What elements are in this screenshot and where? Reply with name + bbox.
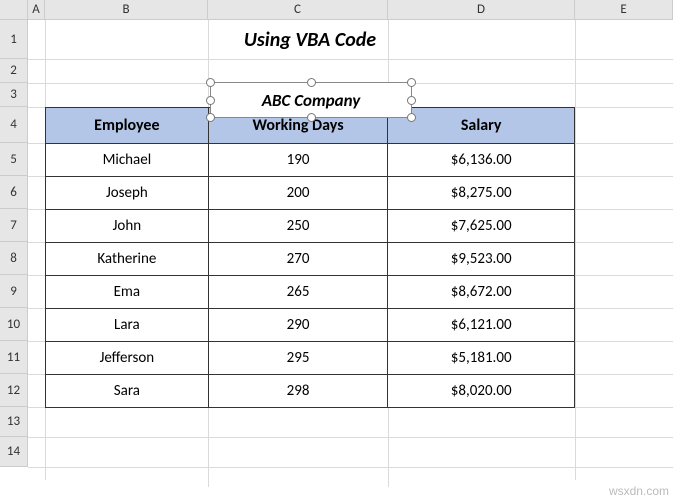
text-box[interactable]: ABC Company <box>210 82 412 118</box>
cell-employee[interactable]: Ema <box>46 276 209 309</box>
row-header-10[interactable]: 10 <box>0 308 28 341</box>
cell-salary[interactable]: $9,523.00 <box>388 243 575 276</box>
column-header-c[interactable]: C <box>208 0 388 20</box>
table-row: John 250 $7,625.00 <box>46 210 575 243</box>
resize-handle-top-middle[interactable] <box>307 78 316 87</box>
row-header-3[interactable]: 3 <box>0 83 28 107</box>
cell-salary[interactable]: $8,672.00 <box>388 276 575 309</box>
watermark: wsxdn.com <box>609 484 669 498</box>
column-header-d[interactable]: D <box>388 0 575 20</box>
select-all-corner[interactable] <box>0 0 28 20</box>
cell-working-days[interactable]: 190 <box>208 144 388 177</box>
row-header-7[interactable]: 7 <box>0 209 28 242</box>
table-row: Jefferson 295 $5,181.00 <box>46 342 575 375</box>
grid: A B C D E <box>28 0 673 467</box>
table-row: Sara 298 $8,020.00 <box>46 375 575 408</box>
cell-employee[interactable]: Katherine <box>46 243 209 276</box>
table-row: Joseph 200 $8,275.00 <box>46 177 575 210</box>
column-header-e[interactable]: E <box>575 0 673 20</box>
resize-handle-bottom-left[interactable] <box>206 113 215 122</box>
row-header-5[interactable]: 5 <box>0 143 28 176</box>
row-headers: 1 2 3 4 5 6 7 8 9 10 11 12 13 14 <box>0 0 28 467</box>
row-header-4[interactable]: 4 <box>0 107 28 143</box>
header-salary[interactable]: Salary <box>388 108 575 144</box>
page-title: Using VBA Code <box>45 20 575 59</box>
cell-working-days[interactable]: 290 <box>208 309 388 342</box>
cell-working-days[interactable]: 295 <box>208 342 388 375</box>
column-header-b[interactable]: B <box>45 0 208 20</box>
resize-handle-top-right[interactable] <box>407 78 416 87</box>
resize-handle-middle-left[interactable] <box>206 96 215 105</box>
header-employee[interactable]: Employee <box>46 108 209 144</box>
row-header-6[interactable]: 6 <box>0 176 28 209</box>
cell-employee[interactable]: Lara <box>46 309 209 342</box>
cell-salary[interactable]: $6,121.00 <box>388 309 575 342</box>
cell-working-days[interactable]: 250 <box>208 210 388 243</box>
row-header-2[interactable]: 2 <box>0 59 28 83</box>
row-header-12[interactable]: 12 <box>0 374 28 407</box>
row-header-11[interactable]: 11 <box>0 341 28 374</box>
table-row: Lara 290 $6,121.00 <box>46 309 575 342</box>
cell-salary[interactable]: $6,136.00 <box>388 144 575 177</box>
row-header-9[interactable]: 9 <box>0 275 28 308</box>
cell-employee[interactable]: Jefferson <box>46 342 209 375</box>
resize-handle-middle-right[interactable] <box>407 96 416 105</box>
table-row: Michael 190 $6,136.00 <box>46 144 575 177</box>
cell-salary[interactable]: $8,020.00 <box>388 375 575 408</box>
cell-working-days[interactable]: 200 <box>208 177 388 210</box>
cell-working-days[interactable]: 265 <box>208 276 388 309</box>
cell-working-days[interactable]: 270 <box>208 243 388 276</box>
spreadsheet: 1 2 3 4 5 6 7 8 9 10 11 12 13 14 A B C D… <box>0 0 673 467</box>
cell-employee[interactable]: Joseph <box>46 177 209 210</box>
table-row: Katherine 270 $9,523.00 <box>46 243 575 276</box>
resize-handle-bottom-right[interactable] <box>407 113 416 122</box>
cell-employee[interactable]: Sara <box>46 375 209 408</box>
resize-handle-bottom-middle[interactable] <box>307 113 316 122</box>
resize-handle-top-left[interactable] <box>206 78 215 87</box>
column-header-a[interactable]: A <box>28 0 45 20</box>
row-header-13[interactable]: 13 <box>0 407 28 437</box>
column-headers: A B C D E <box>28 0 673 20</box>
row-header-8[interactable]: 8 <box>0 242 28 275</box>
cell-employee[interactable]: John <box>46 210 209 243</box>
table-row: Ema 265 $8,672.00 <box>46 276 575 309</box>
cell-salary[interactable]: $7,625.00 <box>388 210 575 243</box>
text-box-content: ABC Company <box>262 90 361 111</box>
cell-salary[interactable]: $8,275.00 <box>388 177 575 210</box>
row-header-1[interactable]: 1 <box>0 20 28 59</box>
cell-working-days[interactable]: 298 <box>208 375 388 408</box>
row-header-14[interactable]: 14 <box>0 437 28 467</box>
data-table: Employee Working Days Salary Michael 190… <box>45 107 575 408</box>
cell-employee[interactable]: Michael <box>46 144 209 177</box>
cell-salary[interactable]: $5,181.00 <box>388 342 575 375</box>
